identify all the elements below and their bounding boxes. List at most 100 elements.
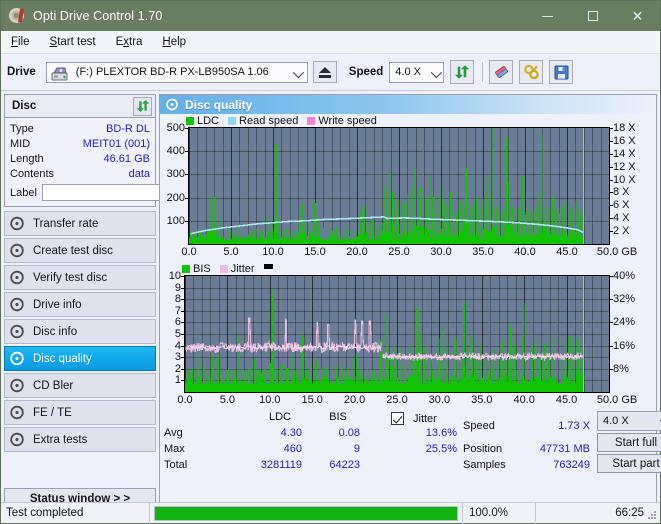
legend-jitter: Jitter [219,263,255,275]
stats-row-total: Total [164,459,188,471]
sidebar-item-label: Disc quality [33,352,92,365]
legend-label-write-speed: Write speed [318,114,377,127]
x-axis-tick: 5.0 [223,246,239,258]
y-axis-tick-mark [181,276,185,277]
legend-read-speed: Read speed [228,115,298,127]
status-text: Test completed [6,507,84,519]
disc-row-contents-key: Contents [10,167,55,180]
save-button[interactable] [549,60,574,84]
sidebar-item-cd-bler[interactable]: CD Bler [4,373,156,398]
drive-select[interactable]: (F:) PLEXTOR BD-R PX-LB950SA 1.06 [45,61,308,83]
disc-icon [10,378,25,393]
y2-axis-tick-mark [609,231,613,233]
ldc-plot[interactable]: 100 200 300 400 500 2 X4 X6 X8 X 10 X 12 X 14 X1… [167,122,638,258]
disc-row-mid-value: MEIT01 (001) [82,137,150,150]
position-stat-label: Position [463,443,503,455]
status-bar: Test completed 100.0% 66:25 [1,502,660,524]
jitter-checkbox[interactable] [391,412,404,425]
disc-panel-header: Disc [5,95,155,118]
jitter-label: Jitter [413,413,437,425]
window-title: Opti Drive Control 1.70 [33,9,163,23]
sidebar-item-label: Transfer rate [33,217,99,230]
legend-write-speed: Write speed [307,115,377,127]
y-axis-tick-mark [185,220,189,222]
y-axis-tick-mark [181,322,185,324]
disc-icon [10,351,25,366]
sidebar-item-label: CD Bler [33,379,74,392]
sidebar-item-transfer-rate[interactable]: Transfer rate [4,211,156,236]
sidebar-item-create-test-disc[interactable]: Create test disc [4,238,156,263]
resize-grip[interactable] [648,511,657,520]
sidebar-item-disc-info[interactable]: Disc info [4,319,156,344]
sidebar-item-drive-info[interactable]: Drive info [4,292,156,317]
disc-row-mid-key: MID [10,137,31,150]
speed-select[interactable]: 4.0 X [389,61,445,83]
disc-label-key: Label [10,186,37,199]
sidebar-item-extra-tests[interactable]: Extra tests [4,427,156,452]
x-axis-tick: 20.0 [343,394,366,406]
x-axis-tick: 0.0 [177,394,193,406]
legend-swatch-write-speed [307,116,316,125]
legend-bis: BIS [182,263,211,275]
stats-panel: LDC BIS Avg Max Total 4.30 460 3281119 0… [160,410,661,473]
sidebar-item-label: Verify test disc [33,271,108,284]
samples-stat-value: 763249 [553,459,590,471]
disc-icon [10,216,25,231]
test-speed-select[interactable]: 4.0 X [597,411,661,431]
erase-button[interactable] [489,60,514,84]
disc-row-type-value: BD-R DL [105,122,150,135]
body: Disc Type BD-R DL MID MEIT01 (001) Lengt… [1,91,661,513]
disc-icon [166,98,178,111]
y2-axis-tick-mark [609,192,613,194]
disc-icon [10,270,25,285]
refresh-button[interactable] [450,60,475,84]
x-axis-tick: 50.0 GB [596,246,638,258]
chart-cursor [582,128,585,244]
sidebar-item-verify-test-disc[interactable]: Verify test disc [4,265,156,290]
menu-extra[interactable]: Extra [116,36,143,48]
disc-label-row: Label [5,181,245,206]
disc-panel-title: Disc [12,100,37,112]
menu-file[interactable]: File [11,36,30,48]
x-axis-tick: 45.0 [555,394,578,406]
menu-start-test[interactable]: Start test [50,36,96,48]
eject-button[interactable] [312,61,337,83]
disc-icon [10,405,25,420]
disc-refresh-button[interactable] [133,96,152,116]
disc-row-mid: MID MEIT01 (001) [5,136,155,151]
minimize-button[interactable] [525,1,570,31]
y2-axis-tick-mark [609,276,613,277]
start-full-button[interactable]: Start full [597,433,661,452]
progress-percent: 100.0% [469,507,509,519]
tools-button[interactable] [519,60,544,84]
speed-label: Speed [348,66,384,78]
x-axis-tick: 5.0 [219,394,236,406]
drive-label: Drive [7,66,36,78]
maximize-button[interactable] [570,1,615,31]
speed-stat-value: 1.73 X [558,420,590,432]
menu-help[interactable]: Help [162,36,186,48]
close-button[interactable]: ✕ [615,1,660,31]
jitter-max: 25.5% [425,443,457,455]
y2-axis-tick-mark [609,140,613,142]
disc-panel: Disc Type BD-R DL MID MEIT01 (001) Lengt… [4,94,245,207]
position-stat-value: 47731 MB [539,443,590,455]
stats-header-ldc: LDC [268,411,291,423]
stats-bis-avg: 0.08 [338,427,360,439]
progress-bar-fill [155,506,457,520]
y2-axis-tick-mark [609,299,613,301]
y-axis-tick-mark [181,287,185,289]
stats-bis-total: 64223 [329,459,360,471]
x-axis-tick: 30.0 [430,246,452,258]
sidebar-item-fe-te[interactable]: FE / TE [4,400,156,425]
y-axis-tick-mark [181,380,185,382]
jitter-avg: 13.6% [425,427,457,439]
legend-swatch-read-speed [228,116,237,125]
sidebar-item-disc-quality[interactable]: Disc quality [4,346,156,371]
y-axis-tick-mark [181,299,185,301]
toolbar-separator [482,62,484,82]
start-part-button[interactable]: Start part [597,454,661,473]
menu-start-test-rest: tart test [57,36,96,48]
bis-plot[interactable]: 1 2 3 4 5 6 7 8 9 10 8% 16% 24% 32% 40% 0.0 5.0 10.0 15.0 2… [169,270,638,406]
ldc-legend: LDC Read speed Write speed [160,114,656,127]
